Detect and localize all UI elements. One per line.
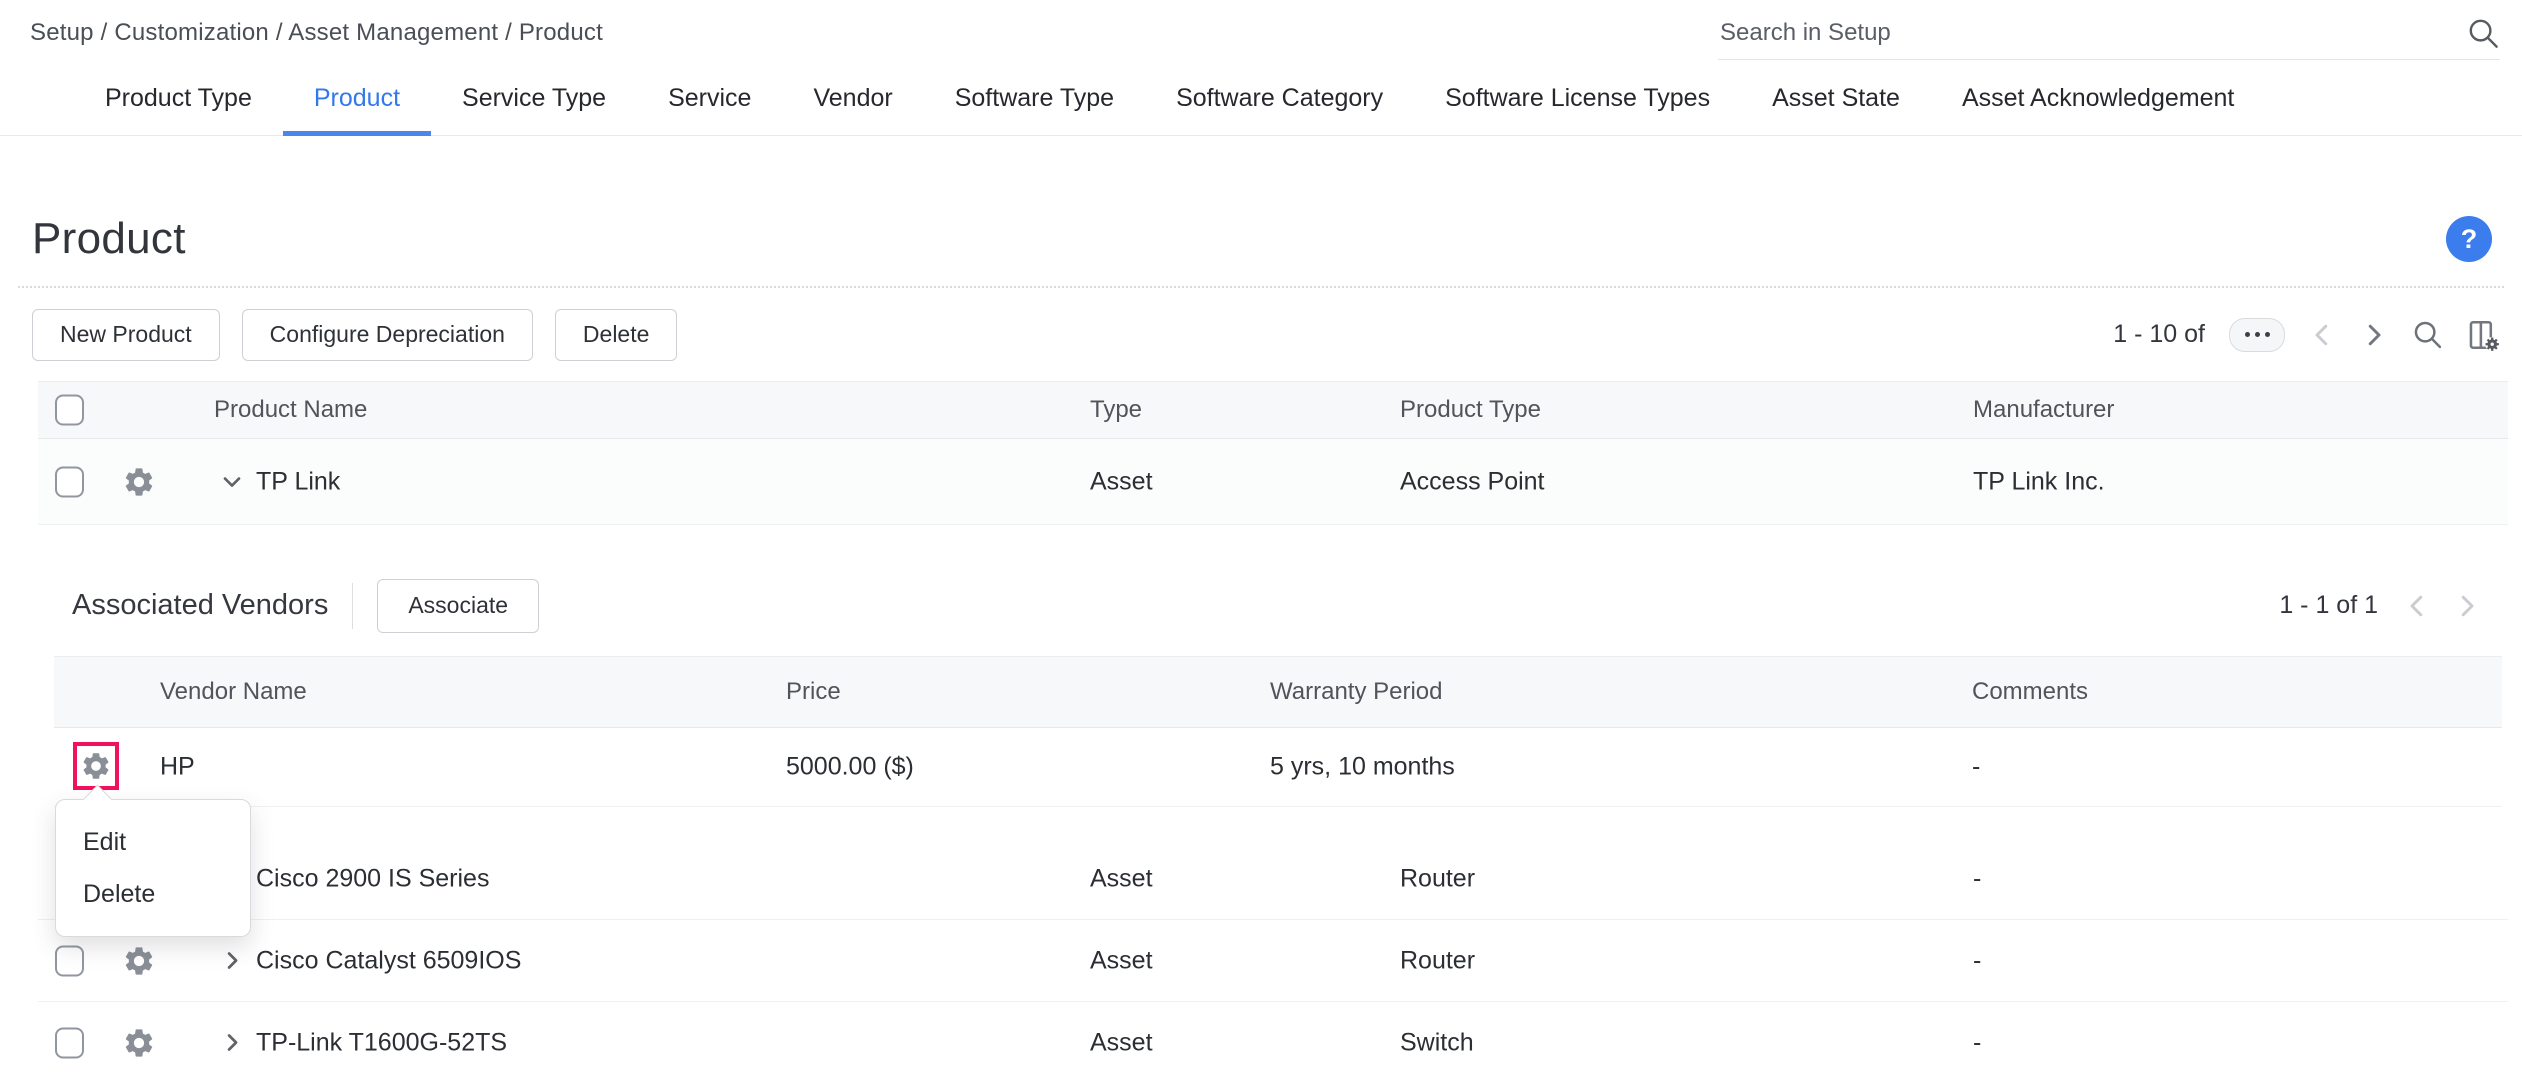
cell-manufacturer: TP Link Inc. [1973,467,2105,496]
more-pages-icon[interactable] [2229,318,2285,352]
tab-service-type[interactable]: Service Type [431,62,637,135]
table-row: Cisco Catalyst 6509IOS Asset Router - [38,920,2508,1002]
col-product-type: Product Type [1400,396,1541,424]
cell-product-type: Switch [1400,1028,1474,1057]
cell-type: Asset [1090,946,1153,975]
menu-item-delete[interactable]: Delete [56,868,250,920]
vendor-name[interactable]: HP [160,753,195,782]
vendors-pagination: 1 - 1 of 1 [2279,591,2482,621]
cell-product-type: Router [1400,864,1475,893]
col-product-name: Product Name [214,396,367,424]
tab-vendor[interactable]: Vendor [782,62,923,135]
cell-type: Asset [1090,864,1153,893]
associated-vendors-title: Associated Vendors [72,589,328,622]
table-row-tp-link: TP Link Asset Access Point TP Link Inc. [38,439,2508,525]
tab-software-category[interactable]: Software Category [1145,62,1414,135]
vendor-row-hp: HP 5000.00 ($) 5 yrs, 10 months - [54,728,2502,807]
col-price: Price [786,678,841,706]
vendor-comments: - [1972,753,1980,782]
topbar: Setup / Customization / Asset Management… [0,0,2522,62]
col-comments: Comments [1972,678,2088,706]
chevron-right-icon[interactable] [218,1029,246,1057]
table-row: TP-Link T1600G-52TS Asset Switch - [38,1002,2508,1080]
cell-product-type: Router [1400,946,1475,975]
tab-software-license-types[interactable]: Software License Types [1414,62,1741,135]
tab-asset-acknowledgement[interactable]: Asset Acknowledgement [1931,62,2265,135]
menu-item-edit[interactable]: Edit [56,816,250,868]
row-checkbox[interactable] [55,1027,84,1058]
vendors-pagination-range: 1 - 1 of 1 [2279,591,2378,620]
product-table-header: Product Name Type Product Type Manufactu… [38,381,2508,439]
product-table-continued: Cisco 2900 IS Series Asset Router - Cisc… [38,807,2508,1080]
row-gear-icon[interactable] [122,465,156,499]
row-checkbox[interactable] [55,466,84,497]
product-name-link[interactable]: Cisco 2900 IS Series [256,864,489,893]
vendors-table-header: Vendor Name Price Warranty Period Commen… [54,656,2502,728]
tab-product[interactable]: Product [283,62,431,135]
list-search-icon[interactable] [2411,318,2444,351]
cell-manufacturer: - [1973,1028,1981,1057]
next-page-icon[interactable] [2359,320,2389,350]
table-row: Cisco 2900 IS Series Asset Router - [38,838,2508,920]
col-type: Type [1090,396,1142,424]
row-gear-icon[interactable] [122,1026,156,1060]
column-settings-icon[interactable] [2466,318,2500,352]
breadcrumb[interactable]: Setup / Customization / Asset Management… [30,19,603,47]
product-name-link[interactable]: TP Link [256,467,340,496]
associated-vendors-section: Associated Vendors Associate 1 - 1 of 1 … [0,525,2522,807]
select-all-checkbox[interactable] [55,395,84,426]
vendor-price: 5000.00 ($) [786,753,914,782]
search-input[interactable] [1718,18,2466,48]
associate-button[interactable]: Associate [377,579,539,633]
prev-page-icon[interactable] [2402,591,2432,621]
configure-depreciation-button[interactable]: Configure Depreciation [242,309,533,361]
chevron-right-icon[interactable] [218,947,246,975]
vendor-gear-icon[interactable] [80,750,112,782]
vendor-warranty: 5 yrs, 10 months [1270,753,1455,782]
setup-search-box [1718,6,2500,60]
setup-product-page: Setup / Customization / Asset Management… [0,0,2522,1080]
page-title: Product [32,214,186,264]
row-gear-icon[interactable] [122,944,156,978]
tab-software-type[interactable]: Software Type [924,62,1145,135]
product-name-link[interactable]: Cisco Catalyst 6509IOS [256,946,521,975]
delete-button[interactable]: Delete [555,309,677,361]
col-warranty-period: Warranty Period [1270,678,1443,706]
new-product-button[interactable]: New Product [32,309,220,361]
cell-product-type: Access Point [1400,467,1545,496]
col-vendor-name: Vendor Name [160,678,307,706]
help-icon[interactable]: ? [2446,216,2492,262]
setup-tabs: Product Type Product Service Type Servic… [0,62,2522,136]
title-row: Product ? [0,136,2522,286]
list-pagination: 1 - 10 of [2113,318,2500,352]
list-toolbar: New Product Configure Depreciation Delet… [0,288,2522,381]
cell-manufacturer: - [1973,864,1981,893]
vendors-table: Vendor Name Price Warranty Period Commen… [54,656,2502,807]
gear-context-menu: Edit Delete [55,799,251,937]
prev-page-icon[interactable] [2307,320,2337,350]
row-checkbox[interactable] [55,945,84,976]
tab-service[interactable]: Service [637,62,782,135]
pagination-range: 1 - 10 of [2113,320,2205,349]
divider [352,583,353,629]
highlight-box [73,742,119,790]
chevron-down-icon[interactable] [218,468,246,496]
tab-product-type[interactable]: Product Type [74,62,283,135]
search-icon[interactable] [2466,16,2500,50]
product-table: Product Name Type Product Type Manufactu… [38,381,2508,525]
cell-manufacturer: - [1973,946,1981,975]
cell-type: Asset [1090,467,1153,496]
tab-asset-state[interactable]: Asset State [1741,62,1931,135]
next-page-icon[interactable] [2452,591,2482,621]
product-name-link[interactable]: TP-Link T1600G-52TS [256,1028,507,1057]
col-manufacturer: Manufacturer [1973,396,2114,424]
cell-type: Asset [1090,1028,1153,1057]
